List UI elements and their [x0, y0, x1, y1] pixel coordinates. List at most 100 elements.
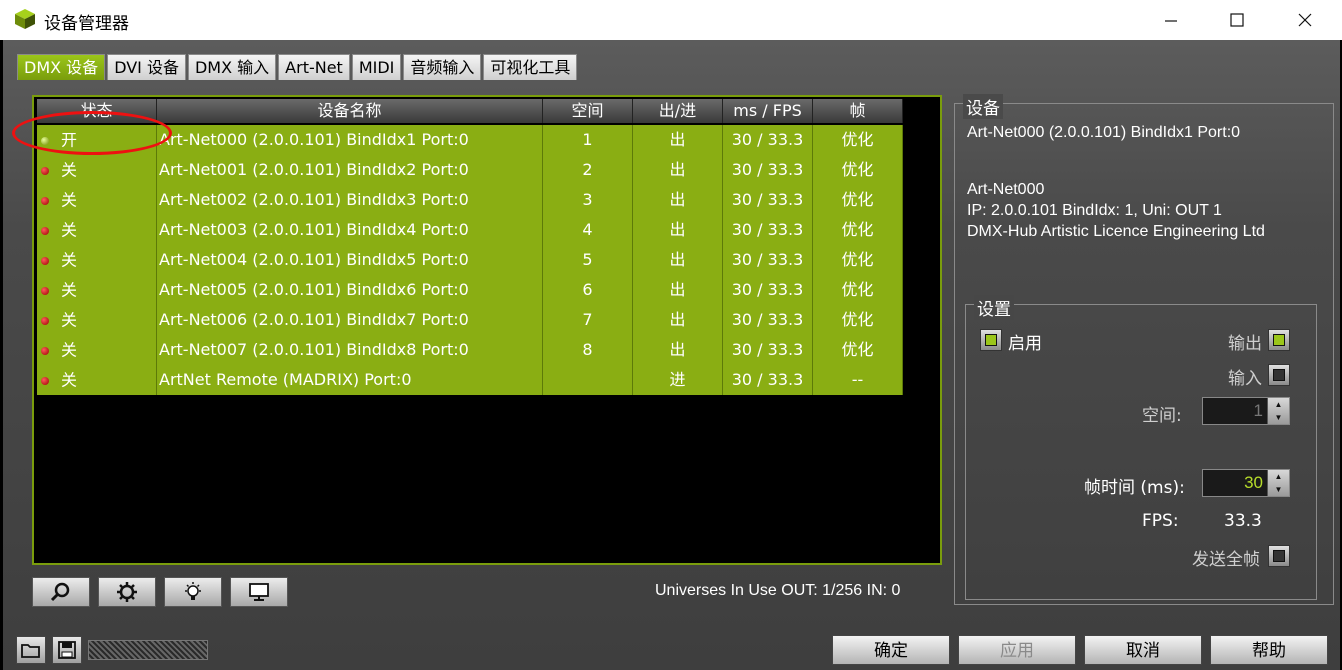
title-bar: 设备管理器 — [0, 0, 1342, 40]
status-cell: 关 — [37, 245, 157, 275]
status-text: 关 — [61, 160, 78, 180]
universe-cell — [543, 365, 633, 395]
frame-time-value: 30 — [1244, 473, 1263, 492]
table-row[interactable]: 关 Art-Net003 (2.0.0.101) BindIdx4 Port:0 4… — [37, 215, 903, 245]
close-icon — [1298, 13, 1312, 27]
frame-cell: 优化 — [813, 335, 903, 365]
universe-cell: 6 — [543, 275, 633, 305]
table-row[interactable]: 关 Art-Net002 (2.0.0.101) BindIdx3 Port:0 3… — [37, 185, 903, 215]
send-full-frame-checkbox[interactable] — [1268, 545, 1290, 567]
gear-icon — [117, 582, 137, 602]
enable-checkbox[interactable] — [980, 329, 1002, 351]
tab-visualizer-tools[interactable]: 可视化工具 — [483, 54, 578, 80]
column-header-frame[interactable]: 帧 — [813, 99, 903, 123]
universe-cell: 3 — [543, 185, 633, 215]
magnifier-icon — [50, 582, 70, 602]
monitor-icon — [249, 583, 269, 601]
table-row[interactable]: 关 ArtNet Remote (MADRIX) Port:0 进 30 / 33.3… — [37, 365, 903, 395]
status-cell: 关 — [37, 155, 157, 185]
tab-midi[interactable]: MIDI — [351, 54, 402, 80]
lightbulb-icon — [185, 582, 201, 600]
help-button[interactable]: 帮助 — [1210, 635, 1328, 665]
save-button[interactable] — [52, 636, 82, 664]
ms-fps-cell: 30 / 33.3 — [723, 125, 813, 155]
ms-fps-cell: 30 / 33.3 — [723, 335, 813, 365]
input-label: 输入 — [1228, 369, 1262, 389]
universe-cell: 4 — [543, 215, 633, 245]
apply-button[interactable]: 应用 — [958, 635, 1076, 665]
close-button[interactable] — [1282, 0, 1328, 40]
table-row[interactable]: 关 Art-Net001 (2.0.0.101) BindIdx2 Port:0 2… — [37, 155, 903, 185]
column-header-universe[interactable]: 空间 — [543, 99, 633, 123]
direction-cell: 出 — [633, 245, 723, 275]
universes-in-use: Universes In Use OUT: 1/256 IN: 0 — [655, 582, 901, 599]
identify-device-button[interactable] — [164, 577, 222, 607]
tab-dvi-devices[interactable]: DVI 设备 — [107, 54, 186, 80]
spin-arrows-icon[interactable]: ▲ ▼ — [1267, 398, 1289, 424]
status-text: 关 — [61, 250, 78, 270]
status-text: 关 — [61, 220, 78, 240]
folder-icon — [21, 644, 40, 658]
device-info-line2: IP: 2.0.0.101 BindIdx: 1, Uni: OUT 1 — [967, 202, 1222, 219]
tab-audio-input[interactable]: 音频输入 — [403, 54, 482, 80]
device-info-line1: Art-Net000 — [967, 181, 1045, 198]
search-devices-button[interactable] — [32, 577, 90, 607]
column-header-device-name[interactable]: 设备名称 — [157, 99, 543, 123]
floppy-disk-icon — [58, 641, 76, 659]
spin-arrows-icon[interactable]: ▲ ▼ — [1267, 470, 1289, 496]
device-name-cell: Art-Net002 (2.0.0.101) BindIdx3 Port:0 — [157, 185, 543, 215]
column-header-direction[interactable]: 出/进 — [633, 99, 723, 123]
table-row[interactable]: 关 Art-Net006 (2.0.0.101) BindIdx7 Port:0 7… — [37, 305, 903, 335]
app-cube-icon — [15, 9, 35, 29]
cancel-button[interactable]: 取消 — [1084, 635, 1202, 665]
tab-dmx-devices[interactable]: DMX 设备 — [17, 54, 106, 80]
frame-cell: 优化 — [813, 185, 903, 215]
status-text: 关 — [61, 340, 78, 360]
direction-cell: 进 — [633, 365, 723, 395]
universe-label: 空间: — [1142, 406, 1182, 426]
status-cell: 关 — [37, 275, 157, 305]
status-led-off-icon — [41, 376, 49, 385]
table-row[interactable]: 关 Art-Net005 (2.0.0.101) BindIdx6 Port:0 6… — [37, 275, 903, 305]
table-body: 开 Art-Net000 (2.0.0.101) BindIdx1 Port:0 1… — [37, 125, 903, 395]
universe-cell: 7 — [543, 305, 633, 335]
send-full-frame-label: 发送全帧 — [1192, 550, 1260, 570]
minimize-button[interactable] — [1148, 0, 1194, 40]
status-text: 关 — [61, 280, 78, 300]
ok-button[interactable]: 确定 — [832, 635, 950, 665]
frame-time-spinbox[interactable]: 30 ▲ ▼ — [1202, 469, 1290, 497]
tab-dmx-input[interactable]: DMX 输入 — [187, 54, 277, 80]
universe-cell: 1 — [543, 125, 633, 155]
universe-spinbox[interactable]: 1 ▲ ▼ — [1202, 397, 1290, 425]
progress-indicator — [88, 640, 208, 660]
column-header-ms-fps[interactable]: ms / FPS — [723, 99, 813, 123]
status-cell: 关 — [37, 185, 157, 215]
direction-cell: 出 — [633, 215, 723, 245]
table-row[interactable]: 关 Art-Net007 (2.0.0.101) BindIdx8 Port:0 8… — [37, 335, 903, 365]
open-folder-button[interactable] — [16, 636, 46, 664]
fps-label: FPS: — [1142, 511, 1179, 531]
status-cell: 关 — [37, 335, 157, 365]
device-config-button[interactable] — [98, 577, 156, 607]
output-label: 输出 — [1228, 334, 1262, 354]
maximize-button[interactable] — [1214, 0, 1260, 40]
minimize-icon — [1165, 20, 1177, 22]
status-led-off-icon — [41, 316, 49, 325]
ms-fps-cell: 30 / 33.3 — [723, 275, 813, 305]
frame-cell: 优化 — [813, 305, 903, 335]
monitor-button[interactable] — [230, 577, 288, 607]
input-checkbox[interactable] — [1268, 364, 1290, 386]
table-row[interactable]: 关 Art-Net004 (2.0.0.101) BindIdx5 Port:0 5… — [37, 245, 903, 275]
status-text: 关 — [61, 310, 78, 330]
frame-time-label: 帧时间 (ms): — [1084, 478, 1185, 498]
output-checkbox[interactable] — [1268, 329, 1290, 351]
status-led-off-icon — [41, 166, 49, 175]
status-led-off-icon — [41, 196, 49, 205]
device-info-group: 设备 Art-Net000 (2.0.0.101) BindIdx1 Port:… — [954, 94, 1334, 605]
tab-art-net[interactable]: Art-Net — [278, 54, 350, 80]
window-title: 设备管理器 — [44, 14, 129, 34]
device-table: 状态 设备名称 空间 出/进 ms / FPS 帧 开 Art-Net000 (2… — [12, 95, 942, 565]
table-header: 状态 设备名称 空间 出/进 ms / FPS 帧 — [37, 99, 903, 123]
ms-fps-cell: 30 / 33.3 — [723, 245, 813, 275]
device-name-text: Art-Net000 (2.0.0.101) BindIdx1 Port:0 — [967, 124, 1241, 141]
